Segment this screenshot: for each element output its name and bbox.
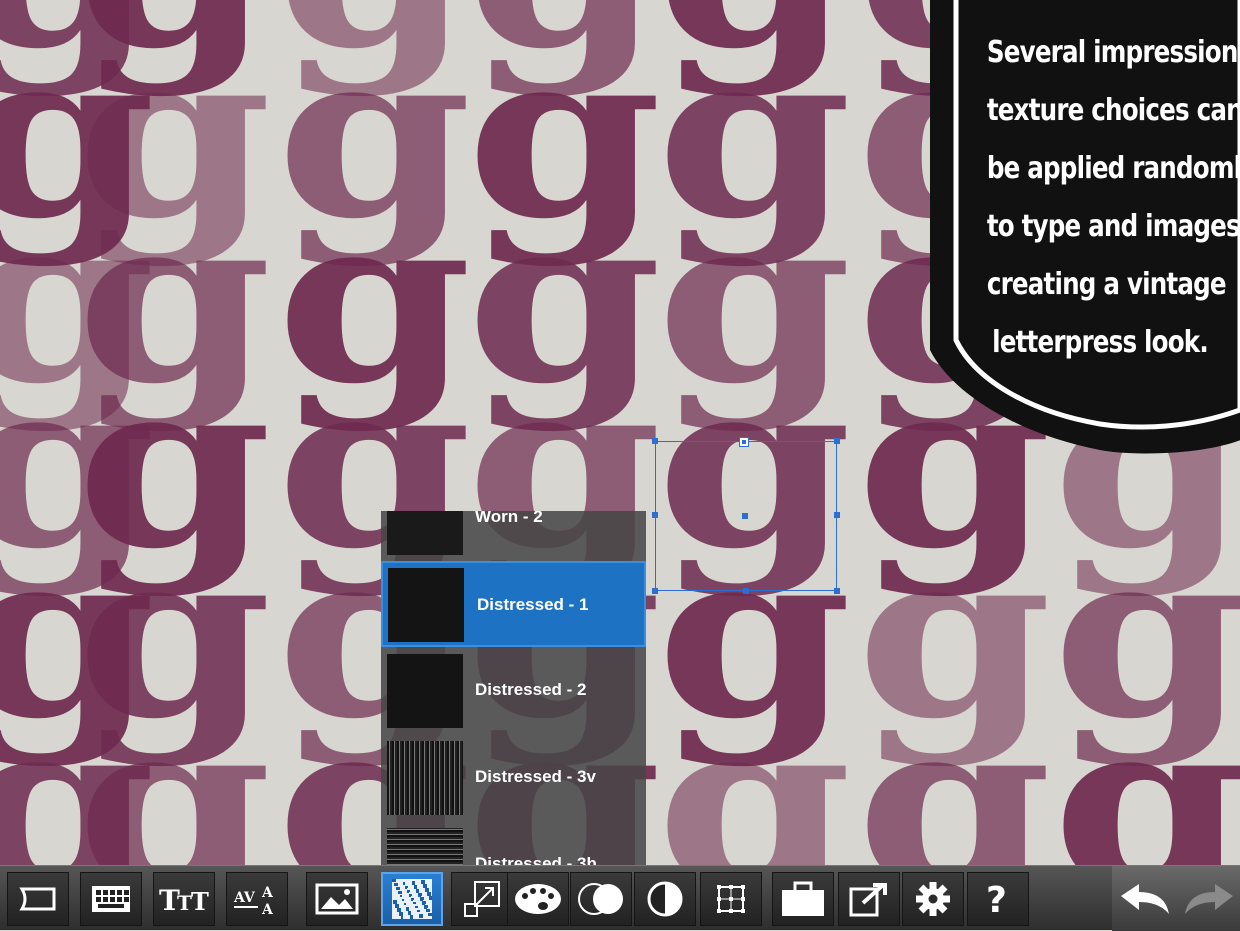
texture-label: Worn - 2	[475, 511, 543, 526]
texture-button[interactable]	[381, 872, 443, 926]
texture-label: Distressed - 3h	[475, 854, 597, 865]
rotate-handle[interactable]	[739, 437, 749, 447]
settings-button[interactable]	[902, 872, 964, 926]
svg-text:AV: AV	[233, 890, 256, 906]
blend-icon	[576, 881, 626, 917]
resize-handle[interactable]	[834, 588, 840, 594]
center-handle[interactable]	[742, 513, 748, 519]
texture-thumbnail	[387, 828, 463, 865]
resize-handle[interactable]	[652, 438, 658, 444]
texture-option[interactable]: Distressed - 2	[381, 648, 646, 734]
texture-label: Distressed - 2	[475, 680, 587, 699]
texture-label: Distressed - 3v	[475, 767, 596, 786]
resize-button[interactable]	[451, 872, 513, 926]
texture-menu[interactable]: Worn - 2 Distressed - 1 Distressed - 2 Dist…	[381, 511, 646, 865]
callout-line: creating a vintage	[986, 267, 1227, 302]
texture-option[interactable]: Worn - 2	[381, 511, 646, 561]
texture-thumbnail	[387, 741, 463, 815]
palette-icon	[513, 882, 563, 916]
texture-thumbnail	[388, 568, 464, 642]
type-size-button[interactable]: TTT	[153, 872, 215, 926]
texture-thumbnail	[387, 654, 463, 728]
letter-g-glyph[interactable]: g	[76, 690, 272, 865]
callout-line: Several impression	[986, 35, 1239, 70]
contrast-icon	[646, 880, 684, 918]
callout-line: texture choices can	[986, 93, 1240, 128]
redo-button[interactable]	[1180, 872, 1238, 926]
type-size-icon: TTT	[159, 884, 209, 914]
letter-g-glyph[interactable]: g	[656, 690, 852, 865]
undo-button[interactable]	[1116, 872, 1174, 926]
selection-box[interactable]	[652, 438, 840, 594]
svg-text:?: ?	[986, 880, 1007, 919]
texture-option[interactable]: Distressed - 3v	[381, 735, 646, 821]
texture-label: Distressed - 1	[477, 595, 589, 614]
briefcase-button[interactable]	[772, 872, 834, 926]
resize-handle[interactable]	[652, 512, 658, 518]
texture-option[interactable]: Distressed - 3h	[381, 822, 646, 865]
help-icon: ?	[983, 879, 1013, 919]
resize-icon	[463, 880, 501, 918]
keyboard-button[interactable]	[80, 872, 142, 926]
briefcase-icon	[780, 880, 826, 918]
image-button[interactable]	[306, 872, 368, 926]
callout-text: Several impression texture choices can be …	[986, 24, 1240, 372]
image-icon	[315, 883, 359, 915]
callout-line: to type and images,	[986, 209, 1240, 244]
callout-line: be applied randomly	[986, 151, 1240, 186]
svg-text:T: T	[191, 887, 209, 914]
resize-handle[interactable]	[834, 438, 840, 444]
canvas-icon	[19, 886, 57, 912]
kerning-icon: AV A A	[232, 882, 282, 916]
letter-g-glyph[interactable]: g	[1052, 690, 1240, 865]
kerning-button[interactable]: AV A A	[226, 872, 288, 926]
settings-icon	[914, 880, 952, 918]
letter-g-glyph[interactable]: g	[856, 690, 1052, 865]
svg-text:T: T	[177, 891, 192, 914]
export-icon	[849, 881, 889, 917]
resize-handle[interactable]	[743, 588, 749, 594]
grid-button[interactable]	[700, 872, 762, 926]
blend-button[interactable]	[570, 872, 632, 926]
texture-thumbnail	[387, 511, 463, 555]
keyboard-icon	[90, 884, 132, 914]
help-button[interactable]: ?	[967, 872, 1029, 926]
canvas-button[interactable]	[7, 872, 69, 926]
svg-text:A: A	[261, 885, 274, 901]
palette-button[interactable]	[507, 872, 569, 926]
export-button[interactable]	[838, 872, 900, 926]
texture-icon	[392, 879, 432, 919]
resize-handle[interactable]	[834, 512, 840, 518]
undo-icon	[1117, 882, 1173, 916]
redo-icon	[1181, 882, 1237, 916]
texture-option[interactable]: Distressed - 1	[381, 561, 646, 647]
svg-text:A: A	[261, 902, 274, 916]
callout-line: letterpress look.	[992, 325, 1209, 360]
letterpress-canvas[interactable]: gggggggggggggggggggggggggggggggggggggggg…	[0, 0, 1240, 865]
resize-handle[interactable]	[652, 588, 658, 594]
bottom-toolbar: T T T AV A A?	[0, 865, 1240, 931]
contrast-button[interactable]	[634, 872, 696, 926]
grid-icon	[711, 879, 751, 919]
